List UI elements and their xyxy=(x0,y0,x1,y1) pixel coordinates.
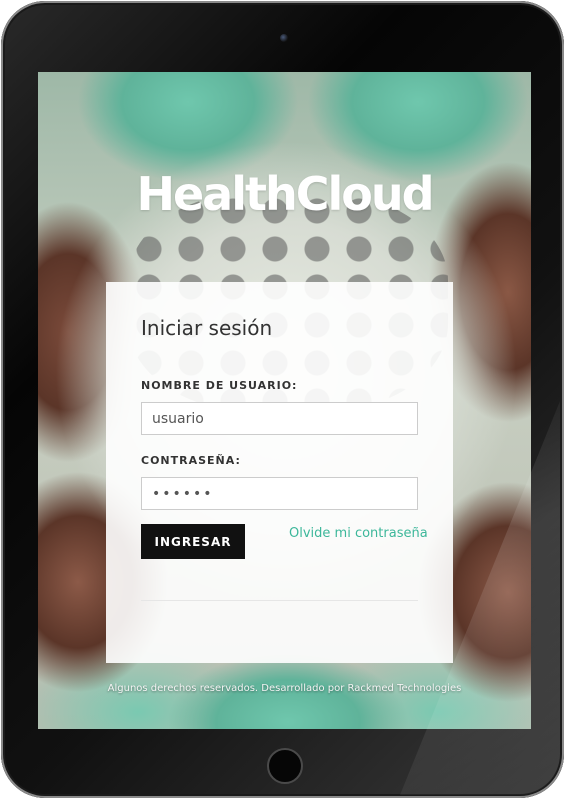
login-screen: HealthCloud Iniciar sesión NOMBRE DE USU… xyxy=(38,72,531,729)
home-button-icon[interactable] xyxy=(267,748,303,784)
username-input[interactable] xyxy=(141,402,418,435)
divider xyxy=(141,600,418,601)
brand-logo: HealthCloud xyxy=(38,167,531,221)
page-title: Iniciar sesión xyxy=(141,316,273,340)
camera-icon xyxy=(280,34,288,42)
login-button[interactable]: INGRESAR xyxy=(141,524,245,559)
forgot-password-link[interactable]: Olvide mi contraseña xyxy=(289,526,428,541)
login-card: Iniciar sesión NOMBRE DE USUARIO: CONTRA… xyxy=(106,282,453,663)
username-label: NOMBRE DE USUARIO: xyxy=(141,379,298,392)
logo-text: HealthCloud xyxy=(136,167,434,221)
password-input[interactable] xyxy=(141,477,418,510)
password-label: CONTRASEÑA: xyxy=(141,454,241,467)
tablet-frame: HealthCloud Iniciar sesión NOMBRE DE USU… xyxy=(1,1,564,798)
footer-text: Algunos derechos reservados. Desarrollad… xyxy=(107,683,462,694)
